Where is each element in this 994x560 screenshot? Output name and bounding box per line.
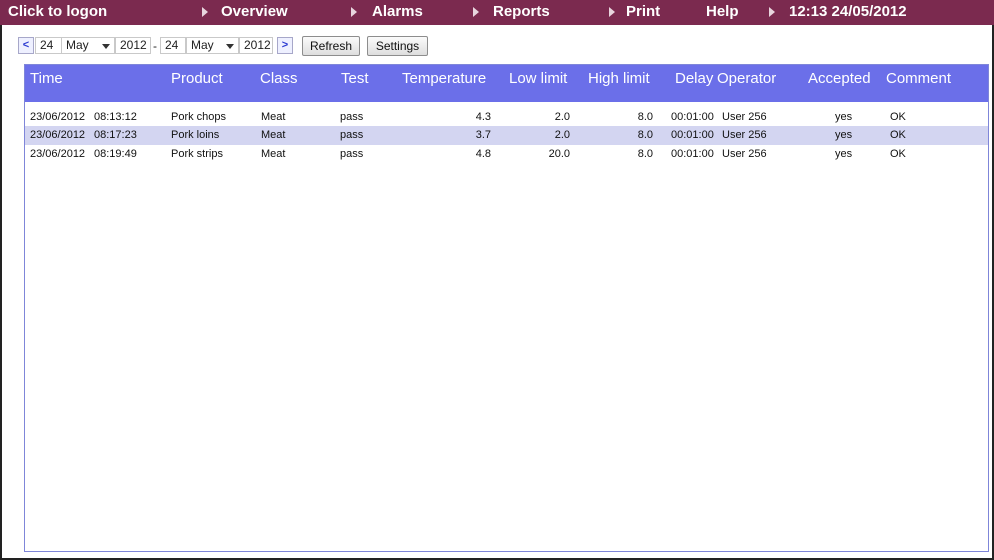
chevron-down-icon (102, 44, 110, 49)
to-year-value: 2012 (244, 38, 271, 52)
cell-temperature: 4.8 (475, 148, 491, 160)
clock-arrow-icon (769, 7, 775, 17)
cell-delay: 00:01:00 (671, 148, 714, 160)
cell-product: Pork loins (171, 129, 220, 141)
next-date-button[interactable]: > (277, 37, 293, 54)
cell-operator: User 256 (722, 111, 767, 123)
column-header-test[interactable]: Test (341, 70, 369, 87)
from-year-value: 2012 (120, 38, 147, 52)
menu-print[interactable]: Print (626, 3, 660, 21)
menu-help[interactable]: Help (706, 3, 739, 21)
overview-arrow-icon (202, 7, 208, 17)
cell-operator: User 256 (722, 148, 767, 160)
cell-delay: 00:01:00 (671, 129, 714, 141)
cell-time: 08:13:12 (94, 111, 137, 123)
column-header-product[interactable]: Product (171, 70, 223, 87)
logon-link[interactable]: Click to logon (8, 3, 107, 21)
cell-test: pass (340, 129, 364, 141)
settings-button[interactable]: Settings (367, 36, 428, 56)
prev-date-button[interactable]: < (18, 37, 34, 54)
cell-high-limit: 8.0 (637, 148, 653, 160)
cell-product: Pork chops (171, 111, 227, 123)
cell-accepted: yes (835, 148, 853, 160)
cell-low-limit: 2.0 (554, 111, 570, 123)
column-header-low-limit[interactable]: Low limit (509, 70, 567, 87)
column-header-class[interactable]: Class (260, 70, 298, 87)
date-range-separator: - (153, 39, 157, 53)
cell-comment: OK (890, 111, 906, 123)
cell-low-limit: 20.0 (548, 148, 570, 160)
cell-accepted: yes (835, 129, 853, 141)
cell-date: 23/06/2012 (30, 148, 86, 160)
cell-temperature: 4.3 (475, 111, 491, 123)
cell-class: Meat (261, 148, 286, 160)
cell-date: 23/06/2012 (30, 129, 86, 141)
table-row[interactable]: 23/06/2012 08:13:12 Pork chops Meat pass… (25, 108, 988, 127)
cell-class: Meat (261, 111, 286, 123)
cell-class: Meat (261, 129, 286, 141)
date-toolbar: < 24 May 2012 - 24 May 2012 > Refresh Se… (0, 32, 994, 58)
alarms-arrow-icon (351, 7, 357, 17)
to-month-select[interactable]: May (186, 37, 239, 54)
reports-arrow-icon (473, 7, 479, 17)
menu-bar: Click to logon Overview Alarms Reports P… (0, 0, 994, 25)
column-header-time[interactable]: Time (30, 70, 63, 87)
from-day-value: 24 (40, 38, 54, 52)
cell-high-limit: 8.0 (637, 111, 653, 123)
clock-display: 12:13 24/05/2012 (789, 3, 907, 20)
menu-reports[interactable]: Reports (493, 3, 550, 21)
table-row[interactable]: 23/06/2012 08:19:49 Pork strips Meat pas… (25, 145, 988, 164)
from-month-select[interactable]: May (61, 37, 115, 54)
cell-operator: User 256 (722, 129, 767, 141)
cell-time: 08:19:49 (94, 148, 137, 160)
cell-date: 23/06/2012 (30, 111, 86, 123)
print-arrow-icon (609, 7, 615, 17)
cell-time: 08:17:23 (94, 129, 137, 141)
to-day-select[interactable]: 24 (160, 37, 186, 54)
cell-accepted: yes (835, 111, 853, 123)
menu-alarms[interactable]: Alarms (372, 3, 423, 21)
cell-delay: 00:01:00 (671, 111, 714, 123)
cell-temperature: 3.7 (475, 129, 491, 141)
to-month-value: May (191, 38, 214, 52)
column-header-temperature[interactable]: Temperature (402, 70, 486, 87)
cell-test: pass (340, 148, 364, 160)
chevron-down-icon (226, 44, 234, 49)
to-day-value: 24 (165, 38, 179, 52)
cell-comment: OK (890, 148, 906, 160)
refresh-button[interactable]: Refresh (302, 36, 360, 56)
column-header-operator[interactable]: Operator (717, 70, 776, 87)
table-header: Time Product Class Test Temperature Low … (25, 65, 988, 102)
cell-low-limit: 2.0 (554, 129, 570, 141)
from-day-select[interactable]: 24 (35, 37, 62, 54)
column-header-comment[interactable]: Comment (886, 70, 951, 87)
to-year-select[interactable]: 2012 (239, 37, 273, 54)
column-header-delay[interactable]: Delay (675, 70, 713, 87)
cell-product: Pork strips (171, 148, 223, 160)
column-header-high-limit[interactable]: High limit (588, 70, 650, 87)
table-row[interactable]: 23/06/2012 08:17:23 Pork loins Meat pass… (25, 126, 988, 145)
cell-comment: OK (890, 129, 906, 141)
from-month-value: May (66, 38, 89, 52)
column-header-accepted[interactable]: Accepted (808, 70, 871, 87)
menu-overview[interactable]: Overview (221, 3, 288, 21)
from-year-select[interactable]: 2012 (115, 37, 151, 54)
cell-high-limit: 8.0 (637, 129, 653, 141)
report-table: Time Product Class Test Temperature Low … (24, 64, 989, 552)
cell-test: pass (340, 111, 364, 123)
